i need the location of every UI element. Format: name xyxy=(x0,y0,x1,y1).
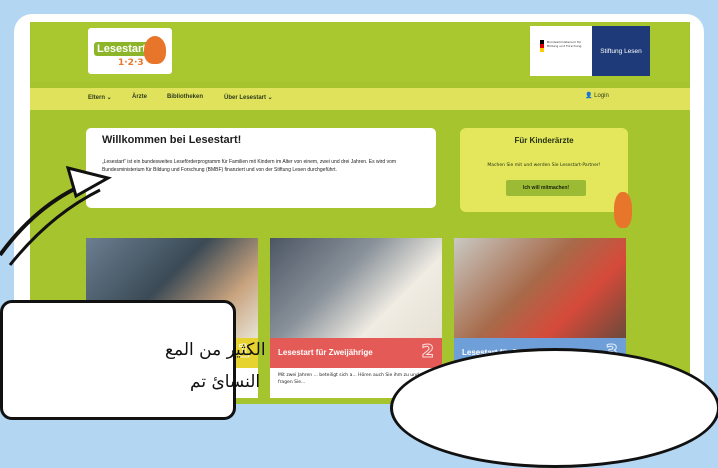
doctor-text: Machen Sie mit und werden Sie Lesestart-… xyxy=(487,163,601,168)
welcome-box: Willkommen bei Lesestart! „Lesestart“ is… xyxy=(86,128,436,208)
oval-callout xyxy=(390,348,718,468)
nav-item-eltern[interactable]: Eltern ⌄ xyxy=(88,94,112,101)
hand-drawn-arrow-icon xyxy=(0,165,113,266)
stiftung-lesen-text: Stiftung Lesen xyxy=(600,47,642,55)
main-nav: Eltern ⌄ Ärzte Bibliotheken Über Lesesta… xyxy=(30,88,690,110)
welcome-title: Willkommen bei Lesestart! xyxy=(102,134,242,146)
logo-text: Lesestart xyxy=(94,42,149,56)
site-header: Lesestart 1·2·3 Bundesministerium für Bi… xyxy=(30,22,690,82)
speech-bubble xyxy=(0,300,236,420)
arabic-caption-line1: الكثير من المع xyxy=(165,340,266,360)
card-two-year[interactable]: Lesestart für Zweijährige 2 Mit zwei Jah… xyxy=(270,238,442,398)
toddler-photo xyxy=(270,238,442,338)
bmbf-logo[interactable]: Bundesministerium für Bildung und Forsch… xyxy=(530,26,592,76)
doctor-box: Für Kinderärzte Machen Sie mit und werde… xyxy=(460,128,628,212)
bmbf-text: Bundesministerium für Bildung und Forsch… xyxy=(547,40,582,48)
login-link[interactable]: 👤 Login xyxy=(585,92,609,99)
card-title: Lesestart für Zweijährige xyxy=(278,348,373,357)
welcome-text: „Lesestart“ ist ein bundesweites Leseför… xyxy=(102,159,397,173)
card-band: Lesestart für Zweijährige 2 xyxy=(270,338,442,368)
card-number: 2 xyxy=(421,341,434,363)
nav-item-aerzte[interactable]: Ärzte xyxy=(132,94,147,100)
nav-item-ueber-lesestart[interactable]: Über Lesestart ⌄ xyxy=(224,94,273,101)
german-flag-icon xyxy=(540,40,544,52)
mother-child-photo xyxy=(454,238,626,338)
join-button[interactable]: Ich will mitmachen! xyxy=(506,180,586,196)
lesestart-logo[interactable]: Lesestart 1·2·3 xyxy=(88,28,172,74)
arabic-caption-line2: النسائ تم xyxy=(190,372,261,392)
doctor-title: Für Kinderärzte xyxy=(514,136,574,145)
fox-mascot-image xyxy=(614,192,632,228)
nav-item-bibliotheken[interactable]: Bibliotheken xyxy=(167,94,203,100)
logo-numbers: 1·2·3 xyxy=(118,58,144,68)
fox-mascot-icon xyxy=(144,36,166,64)
stiftung-lesen-logo[interactable]: Stiftung Lesen xyxy=(592,26,650,76)
